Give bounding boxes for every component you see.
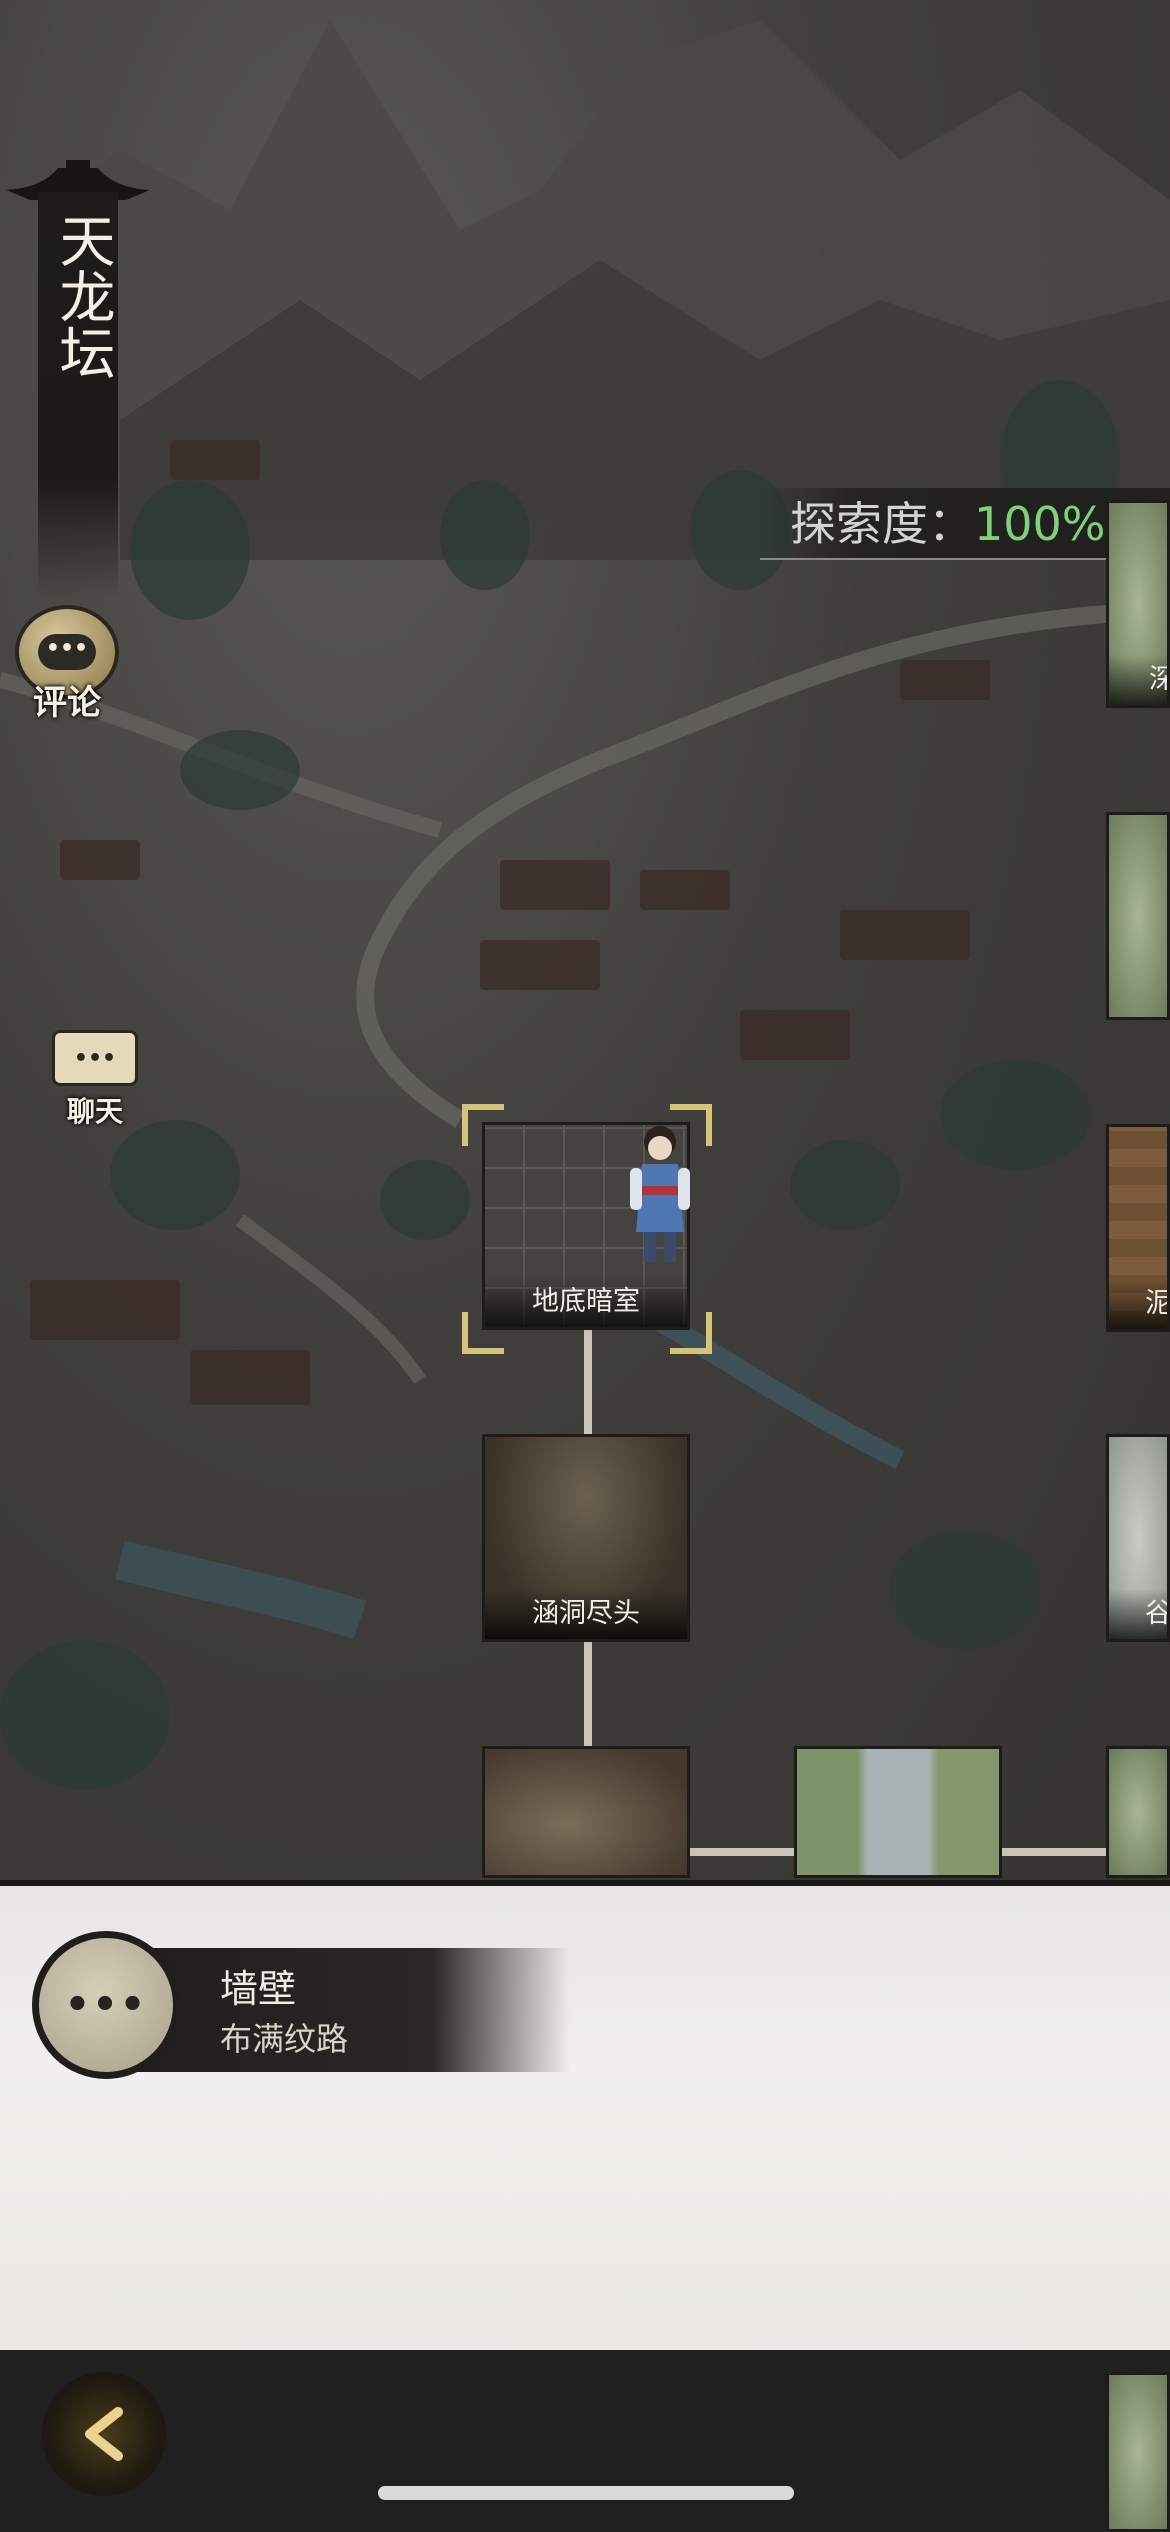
back-button[interactable] (42, 2372, 166, 2496)
path-connector (584, 1330, 592, 1434)
village-house (640, 870, 730, 910)
map-tile[interactable] (482, 1746, 690, 1878)
forest-patch (180, 730, 300, 810)
forest-patch (0, 1640, 170, 1790)
forest-patch (110, 1120, 240, 1230)
forest-patch (130, 480, 250, 620)
tile-label: 涵洞尽头 (485, 1589, 687, 1639)
forest-patch (440, 480, 530, 590)
village-house (60, 840, 140, 880)
tile-label: 谷 (1109, 1589, 1167, 1639)
map-tile[interactable]: 泥 (1106, 1124, 1170, 1332)
forest-patch (790, 1140, 900, 1230)
village-house (500, 860, 610, 910)
map-tile[interactable] (1106, 812, 1170, 1020)
path-connector (584, 1640, 592, 1746)
comment-button[interactable]: ••• 评论 (12, 605, 122, 724)
home-indicator[interactable] (378, 2486, 794, 2500)
info-title: 墙壁 (220, 1967, 297, 2011)
more-icon[interactable]: ••• (32, 1931, 180, 2079)
map-tile[interactable]: 深 (1106, 500, 1170, 708)
comment-label: 评论 (33, 683, 101, 723)
forest-patch (380, 1160, 470, 1240)
map-tile[interactable] (1106, 1746, 1170, 1878)
selection-frame (462, 1104, 504, 1146)
selection-frame (670, 1312, 712, 1354)
chat-icon: ••• (52, 1030, 138, 1086)
path-connector (688, 1848, 794, 1856)
exploration-label: 探索度： (790, 497, 974, 551)
village-house (840, 910, 970, 960)
info-panel: ••• 墙壁 布满纹路 (0, 1880, 1170, 2356)
village-house (170, 440, 260, 480)
chevron-left-icon (85, 2407, 123, 2461)
map-tile[interactable] (794, 1746, 1002, 1878)
village-house (480, 940, 600, 990)
info-description: 布满纹路 (220, 2020, 349, 2058)
exploration-value: 100% (974, 497, 1106, 551)
village-house (30, 1280, 180, 1340)
location-banner: 天龙坛 (6, 160, 150, 600)
village-house (900, 660, 990, 700)
village-house (190, 1350, 310, 1405)
map-tile[interactable] (1106, 2372, 1170, 2532)
bottom-bar (0, 2350, 1170, 2532)
forest-patch (940, 1060, 1090, 1170)
chat-label: 聊天 (66, 1095, 123, 1128)
selection-frame (462, 1312, 504, 1354)
selection-frame (670, 1104, 712, 1146)
village-house (740, 1010, 850, 1060)
tile-label: 地底暗室 (485, 1277, 687, 1327)
tile-label: 深 (1109, 655, 1167, 705)
chat-button[interactable]: ••• 聊天 (45, 1030, 145, 1130)
forest-patch (890, 1530, 1040, 1650)
location-name: 天龙坛 (50, 212, 115, 380)
map-tile[interactable]: 涵洞尽头 (482, 1434, 690, 1642)
path-connector (1000, 1848, 1110, 1856)
map-tile[interactable]: 谷 (1106, 1434, 1170, 1642)
tile-label: 泥 (1109, 1279, 1167, 1329)
